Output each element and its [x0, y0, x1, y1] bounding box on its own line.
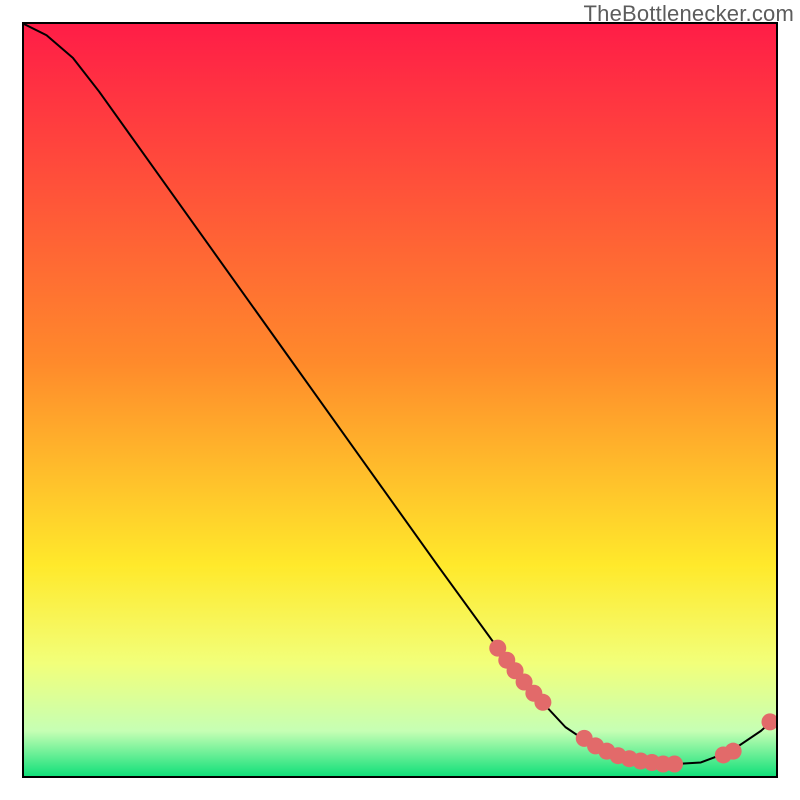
chart-svg [24, 24, 776, 776]
data-point [534, 694, 551, 711]
data-point [725, 743, 742, 760]
data-point [666, 755, 683, 772]
plot-frame [22, 22, 778, 778]
plot-inner [24, 24, 776, 776]
gradient-bg [24, 24, 776, 776]
chart-stage: TheBottlenecker.com [0, 0, 800, 800]
